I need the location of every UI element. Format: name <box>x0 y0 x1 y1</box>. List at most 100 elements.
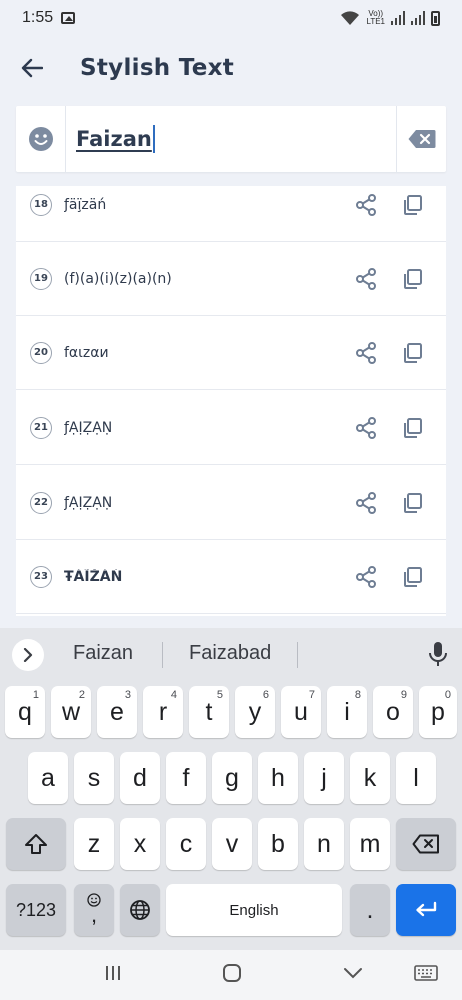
list-item[interactable]: 18 ƒäï̧zäń <box>16 186 446 242</box>
keyboard-icon <box>414 965 438 981</box>
signal-2-icon <box>411 11 425 25</box>
app-bar: Stylish Text <box>0 36 462 100</box>
globe-icon <box>130 900 150 920</box>
copy-button[interactable] <box>394 559 430 595</box>
key-u[interactable]: u7 <box>281 686 321 738</box>
suggestion-divider <box>162 642 163 668</box>
share-button[interactable] <box>348 410 384 446</box>
enter-key[interactable] <box>396 884 456 936</box>
symbols-key[interactable]: ?123 <box>6 884 66 936</box>
key-i[interactable]: i8 <box>327 686 367 738</box>
backspace-key[interactable] <box>396 818 456 870</box>
share-button[interactable] <box>348 187 384 223</box>
home-button[interactable] <box>222 963 242 987</box>
key-g[interactable]: g <box>212 752 252 804</box>
key-h[interactable]: h <box>258 752 298 804</box>
language-key[interactable] <box>120 884 160 936</box>
smiley-icon <box>28 127 53 151</box>
recents-icon <box>106 966 120 980</box>
recents-button[interactable] <box>104 963 122 987</box>
copy-button[interactable] <box>394 485 430 521</box>
key-a[interactable]: a <box>28 752 68 804</box>
list-item[interactable]: 19 (f)(a)(i)(z)(a)(n) <box>16 242 446 316</box>
list-item[interactable]: 20 fαιzαи <box>16 316 446 390</box>
styled-text: (f)(a)(i)(z)(a)(n) <box>64 270 172 287</box>
key-z[interactable]: z <box>74 818 114 870</box>
list-item[interactable]: 21 ƒẠỊẒẠṆ <box>16 391 446 465</box>
status-icons: Vo)) LTE1 <box>340 10 440 26</box>
share-button[interactable] <box>348 485 384 521</box>
key-f[interactable]: f <box>166 752 206 804</box>
item-number: 23 <box>30 565 52 588</box>
toolbar-expand-button[interactable] <box>12 639 44 671</box>
copy-icon <box>404 194 422 215</box>
copy-icon <box>404 492 422 513</box>
key-r[interactable]: r4 <box>143 686 183 738</box>
gallery-notification-icon <box>61 12 76 24</box>
key-w[interactable]: w2 <box>51 686 91 738</box>
copy-button[interactable] <box>394 261 430 297</box>
key-o[interactable]: o9 <box>373 686 413 738</box>
battery-icon <box>431 10 440 26</box>
hide-keyboard-button[interactable] <box>343 963 363 987</box>
copy-button[interactable] <box>394 410 430 446</box>
keyboard-switch-button[interactable] <box>414 963 438 987</box>
styled-text: ƒẠỊẒẠṆ <box>64 494 113 511</box>
key-y[interactable]: y6 <box>235 686 275 738</box>
key-k[interactable]: k <box>350 752 390 804</box>
text-input-card: Faizan <box>16 106 446 172</box>
status-bar: 1:55 Vo)) LTE1 <box>0 0 462 36</box>
key-m[interactable]: m <box>350 818 390 870</box>
key-q[interactable]: q1 <box>5 686 45 738</box>
period-key[interactable]: . <box>350 884 390 936</box>
suggestion-item[interactable]: Faizabad <box>189 642 271 665</box>
key-p[interactable]: p0 <box>419 686 457 738</box>
key-n[interactable]: n <box>304 818 344 870</box>
wifi-icon <box>341 11 360 25</box>
text-input-value: Faizan <box>76 127 152 151</box>
status-time: 1:55 <box>22 9 54 26</box>
key-b[interactable]: b <box>258 818 298 870</box>
signal-1-icon <box>391 11 405 25</box>
key-d[interactable]: d <box>120 752 160 804</box>
enter-icon <box>416 901 437 917</box>
share-button[interactable] <box>348 335 384 371</box>
mic-icon <box>429 642 447 666</box>
key-x[interactable]: x <box>120 818 160 870</box>
key-v[interactable]: v <box>212 818 252 870</box>
backspace-key-icon <box>412 834 439 854</box>
backspace-icon <box>408 130 435 148</box>
key-e[interactable]: e3 <box>97 686 137 738</box>
clear-text-button[interactable] <box>396 106 446 172</box>
space-key[interactable]: English <box>166 884 342 936</box>
styled-text: fαιzαи <box>64 344 109 361</box>
share-button[interactable] <box>348 559 384 595</box>
share-icon <box>356 341 376 364</box>
arrow-left-icon <box>21 58 43 78</box>
emoji-button[interactable] <box>16 106 66 172</box>
emoji-comma-key[interactable]: , <box>74 884 114 936</box>
list-item[interactable]: 23 ŦÁĨŽÁŃ <box>16 540 446 614</box>
key-l[interactable]: l <box>396 752 436 804</box>
share-button[interactable] <box>348 261 384 297</box>
copy-button[interactable] <box>394 335 430 371</box>
keyboard: Faizan Faizabad q1 w2 e3 r4 t5 y6 u7 i8 … <box>0 628 462 950</box>
copy-button[interactable] <box>394 187 430 223</box>
share-icon <box>356 193 376 216</box>
back-button[interactable] <box>0 36 64 100</box>
item-number: 18 <box>30 193 52 216</box>
shift-key[interactable] <box>6 818 66 870</box>
text-input[interactable]: Faizan <box>66 106 396 172</box>
key-t[interactable]: t5 <box>189 686 229 738</box>
suggestion-item[interactable]: Faizan <box>73 642 133 665</box>
copy-icon <box>404 268 422 289</box>
key-j[interactable]: j <box>304 752 344 804</box>
share-icon <box>356 416 376 439</box>
shift-icon <box>25 834 47 854</box>
mic-button[interactable] <box>428 641 448 671</box>
key-c[interactable]: c <box>166 818 206 870</box>
copy-icon <box>404 342 422 363</box>
list-item[interactable]: 22 ƒẠỊẒẠṆ <box>16 466 446 540</box>
key-s[interactable]: s <box>74 752 114 804</box>
share-icon <box>356 565 376 588</box>
